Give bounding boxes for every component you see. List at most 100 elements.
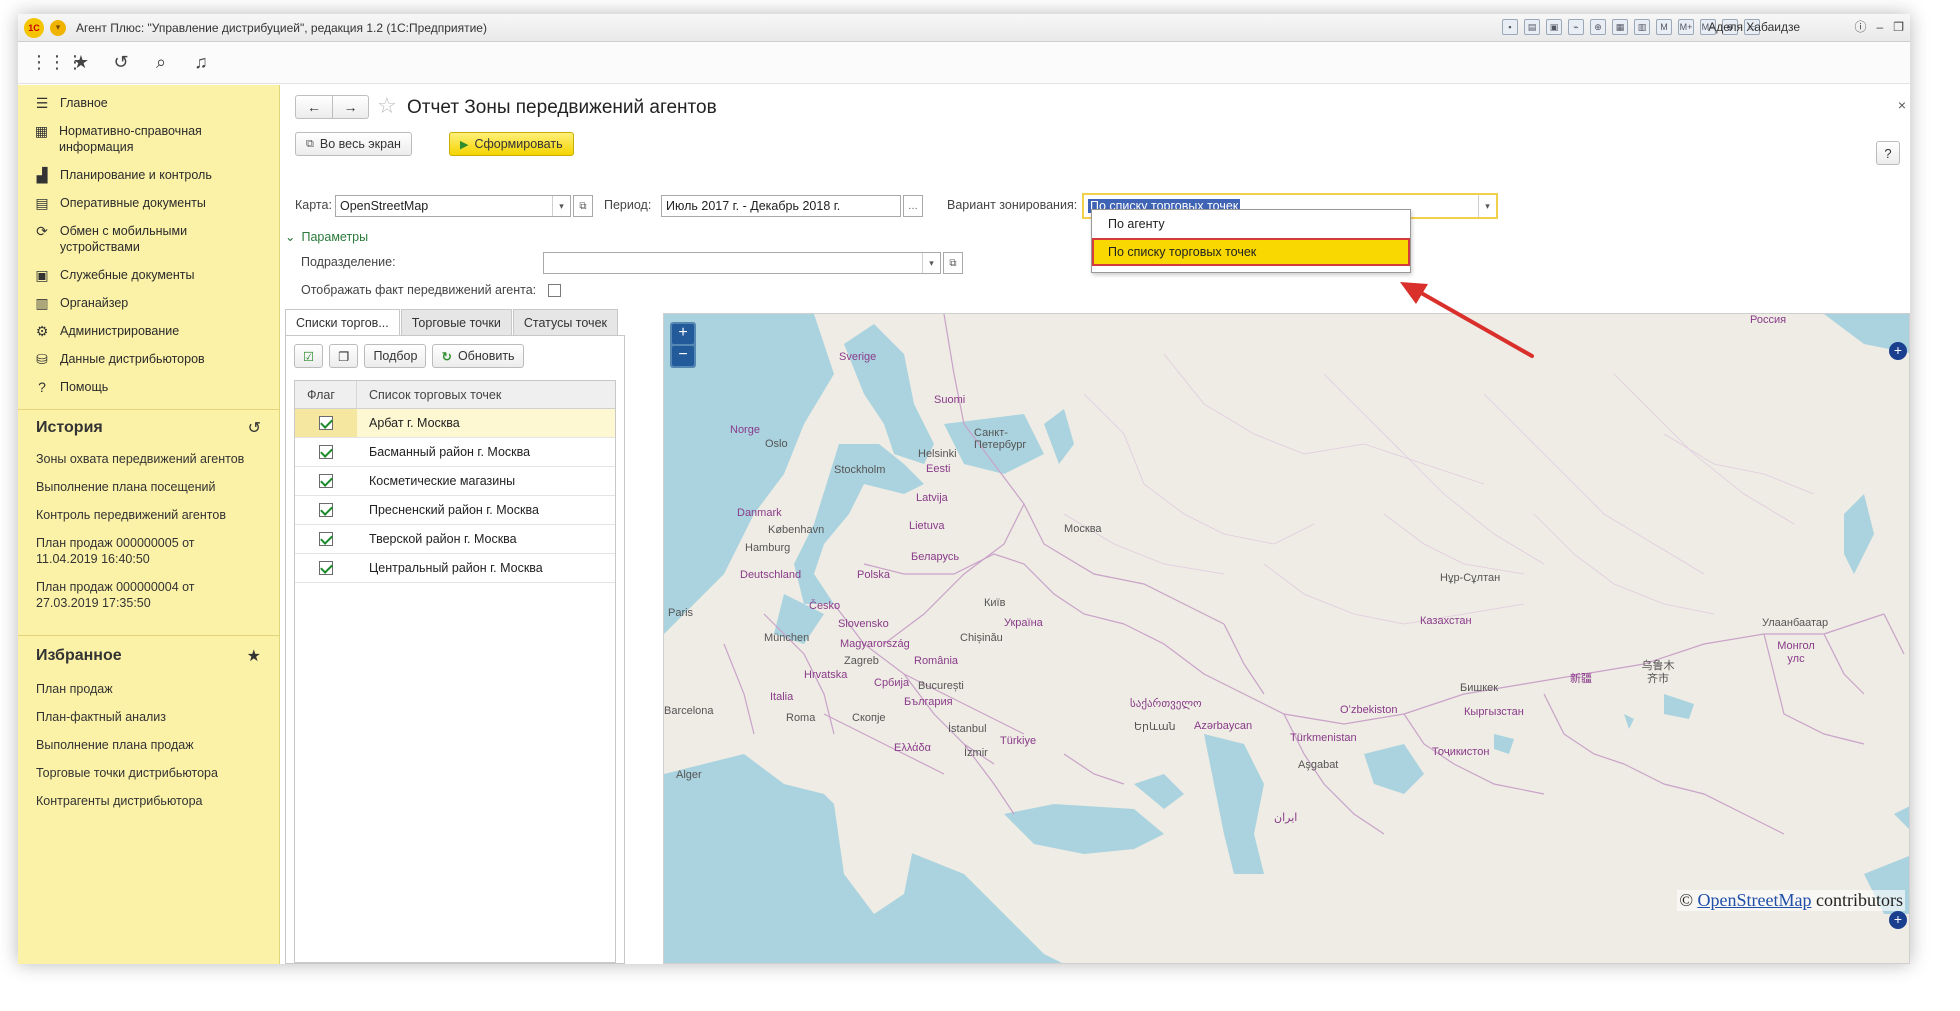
sidebar-item-organizer[interactable]: ▥ Органайзер <box>18 289 279 317</box>
memory-m-icon[interactable]: M <box>1656 19 1672 35</box>
sidebar-item-distributor-data[interactable]: ⛁ Данные дистрибьюторов <box>18 345 279 373</box>
table-row[interactable]: Косметические магазины <box>295 467 615 496</box>
sidebar-item-planning[interactable]: ▟ Планирование и контроль <box>18 161 279 189</box>
close-icon[interactable]: × <box>1898 97 1906 113</box>
attribution-link[interactable]: OpenStreetMap <box>1698 890 1812 910</box>
history-item[interactable]: Зоны охвата передвижений агентов <box>18 445 279 473</box>
minimize-icon[interactable]: ‒ <box>1877 20 1884 34</box>
history-item[interactable]: Выполнение плана посещений <box>18 473 279 501</box>
preview-icon[interactable]: ▣ <box>1546 19 1562 35</box>
generate-button[interactable]: ▶ Сформировать <box>449 132 574 156</box>
division-select[interactable]: ▾ <box>543 252 941 274</box>
history-icon[interactable]: ↺ <box>248 418 261 438</box>
zoning-label: Вариант зонирования: <box>947 198 1078 212</box>
fullscreen-button[interactable]: ⧉ Во весь экран <box>295 132 412 156</box>
save-icon[interactable]: ▪ <box>1502 19 1518 35</box>
history-item[interactable]: План продаж 000000005 от 11.04.2019 16:4… <box>18 529 218 573</box>
main-menu-icon[interactable]: ▾ <box>50 19 66 36</box>
map-add-bottom-icon[interactable]: + <box>1889 911 1907 929</box>
row-checkbox[interactable] <box>319 474 333 488</box>
sidebar-item-mobile-exchange[interactable]: ⟳ Обмен с мобильными устройствами <box>18 217 279 261</box>
memory-plus-icon[interactable]: M+ <box>1678 19 1694 35</box>
table-row[interactable]: Пресненский район г. Москва <box>295 496 615 525</box>
zoom-out-button[interactable]: − <box>672 346 694 366</box>
map-label: Тоҷикистон <box>1432 746 1490 758</box>
map-view[interactable]: + − + + Россия Sverige Suomi Norge Oslo … <box>663 313 1910 964</box>
history-item[interactable]: Контроль передвижений агентов <box>18 501 279 529</box>
copy-button[interactable]: ❐ <box>329 344 359 368</box>
table-row[interactable]: Центральный район г. Москва <box>295 554 615 583</box>
sidebar-item-service-docs[interactable]: ▣ Служебные документы <box>18 261 279 289</box>
forward-arrow-icon[interactable]: → <box>332 96 368 118</box>
history-item[interactable]: План продаж 000000004 от 27.03.2019 17:3… <box>18 573 218 617</box>
attach-icon[interactable]: ⊕ <box>1590 19 1606 35</box>
current-user[interactable]: Аделя Хабаидзе <box>1708 20 1800 34</box>
dropdown-option-by-agent[interactable]: По агенту <box>1092 210 1410 238</box>
params-toggle[interactable]: ⌄ Параметры <box>285 229 368 244</box>
sidebar-item-help[interactable]: ? Помощь <box>18 373 279 401</box>
tab-outlets[interactable]: Торговые точки <box>400 309 512 336</box>
favorite-item[interactable]: Контрагенты дистрибьютора <box>18 787 279 815</box>
list-name: Басманный район г. Москва <box>369 445 531 459</box>
map-label: Монгол улс <box>1777 640 1815 665</box>
refresh-button[interactable]: ↻ Обновить <box>432 344 524 368</box>
sidebar-item-admin[interactable]: ⚙ Администрирование <box>18 317 279 345</box>
tab-statuses[interactable]: Статусы точек <box>512 309 618 336</box>
chevron-down-icon[interactable]: ▾ <box>1478 195 1496 217</box>
favorites-star-icon[interactable]: ★ <box>70 52 92 73</box>
sidebar-item-main[interactable]: ☰ Главное <box>18 89 279 117</box>
show-fact-checkbox[interactable] <box>548 284 561 297</box>
sidebar-item-label: Помощь <box>60 380 109 394</box>
map-open-button[interactable]: ⧉ <box>573 195 593 217</box>
info-icon[interactable]: ⓘ <box>1855 18 1867 35</box>
map-add-icon[interactable]: + <box>1889 342 1907 360</box>
bell-icon[interactable]: ♫ <box>190 52 212 73</box>
table-row[interactable]: Тверской район г. Москва <box>295 525 615 554</box>
period-field[interactable]: Июль 2017 г. - Декабрь 2018 г. <box>661 195 901 217</box>
print-icon[interactable]: ▤ <box>1524 19 1540 35</box>
map-label: Lietuva <box>909 520 945 532</box>
column-flag[interactable]: Флаг <box>295 381 357 408</box>
map-select[interactable]: OpenStreetMap ▾ <box>335 195 571 217</box>
search-icon[interactable]: ⌕ <box>150 52 172 73</box>
calculator-icon[interactable]: ▦ <box>1612 19 1628 35</box>
dropdown-option-by-outlets[interactable]: По списку торговых точек <box>1092 238 1410 266</box>
sidebar-item-reference[interactable]: ▦ Нормативно-справочная информация <box>18 117 279 161</box>
sidebar-item-operational[interactable]: ▤ Оперативные документы <box>18 189 279 217</box>
row-checkbox[interactable] <box>319 532 333 546</box>
period-picker-button[interactable]: … <box>903 195 923 217</box>
row-checkbox[interactable] <box>319 561 333 575</box>
table-row[interactable]: Арбат г. Москва <box>295 409 615 438</box>
chevron-down-icon[interactable]: ▾ <box>552 196 570 216</box>
favorite-item[interactable]: Выполнение плана продаж <box>18 731 279 759</box>
history-icon[interactable]: ↺ <box>110 52 132 73</box>
flag-cell <box>295 467 357 495</box>
division-open-button[interactable]: ⧉ <box>943 252 963 274</box>
help-button[interactable]: ? <box>1876 141 1900 165</box>
add-favorite-star-icon[interactable]: ☆ <box>377 93 397 119</box>
row-checkbox[interactable] <box>319 416 333 430</box>
map-label: България <box>904 696 953 708</box>
favorite-item[interactable]: Торговые точки дистрибьютора <box>18 759 279 787</box>
tab-lists[interactable]: Списки торгов... <box>285 309 400 336</box>
star-icon[interactable]: ★ <box>247 646 261 666</box>
back-arrow-icon[interactable]: ← <box>296 96 332 118</box>
zoom-in-button[interactable]: + <box>672 324 694 344</box>
check-all-button[interactable]: ☑ <box>294 344 324 368</box>
map-value: OpenStreetMap <box>340 199 429 213</box>
apps-grid-icon[interactable]: ⋮⋮⋮ <box>30 52 84 73</box>
favorite-item[interactable]: План продаж <box>18 675 279 703</box>
row-checkbox[interactable] <box>319 503 333 517</box>
pick-button[interactable]: Подбор <box>364 344 427 368</box>
chevron-down-icon[interactable]: ▾ <box>922 253 940 273</box>
row-checkbox[interactable] <box>319 445 333 459</box>
favorite-item[interactable]: План-фактный анализ <box>18 703 279 731</box>
table-row[interactable]: Басманный район г. Москва <box>295 438 615 467</box>
restore-icon[interactable]: ❐ <box>1893 20 1904 34</box>
tab-panel: ☑ ❐ Подбор ↻ Обновить Флаг Список торговы… <box>285 335 625 964</box>
column-list-name[interactable]: Список торговых точек <box>357 381 501 408</box>
link-icon[interactable]: ⌁ <box>1568 19 1584 35</box>
flag-cell <box>295 554 357 582</box>
sidebar-item-label: Планирование и контроль <box>60 168 212 182</box>
calendar-icon[interactable]: ▥ <box>1634 19 1650 35</box>
